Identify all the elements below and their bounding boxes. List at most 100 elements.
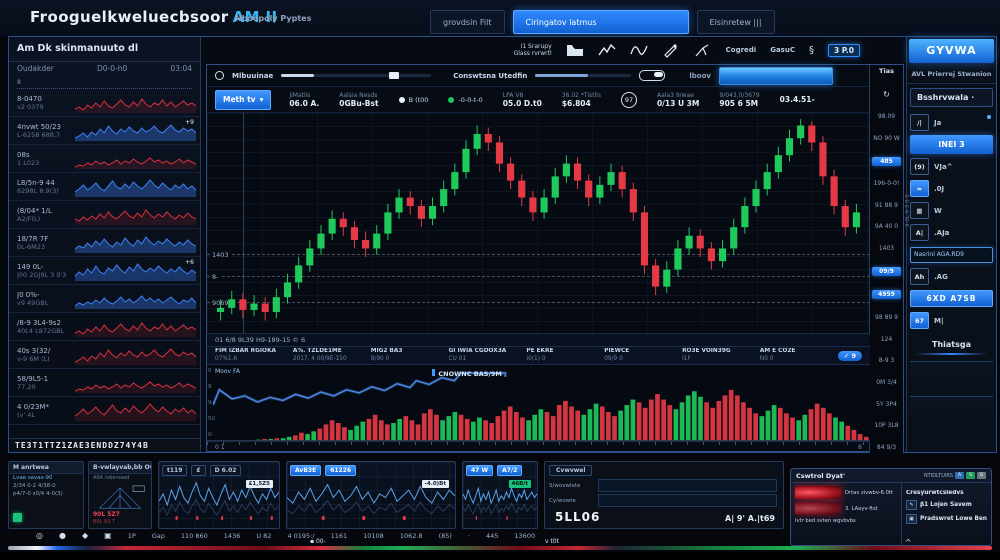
control-panel: Cswtrol Dyat' NTIDLTUIRS A S G Drtav ziv… bbox=[790, 468, 992, 546]
strip-marker-b: v t0t bbox=[545, 538, 559, 545]
price-axis-item[interactable]: 485 bbox=[872, 157, 901, 166]
watchlist-row[interactable]: 4nvwt 50/23L-6258 688,7+9 bbox=[9, 117, 200, 145]
mixer-slider[interactable] bbox=[281, 74, 431, 77]
tool-input-row: Nasrinl AGA.RD9 bbox=[910, 245, 993, 264]
stat-group: 03.4.51- bbox=[780, 96, 815, 104]
stat-value: 905 6 5M bbox=[719, 100, 759, 108]
watchlist-row[interactable]: 58/9L5-177.20 bbox=[9, 369, 200, 397]
watchlist-columns: Oudakder D0-0-h0 03:04 bbox=[9, 62, 200, 79]
watchlist-row[interactable]: 149 0L-J00 2GJ9L 3 0'3+6 bbox=[9, 257, 200, 285]
toolbar-3d-badge[interactable]: 3 P.0 bbox=[828, 44, 860, 57]
watchlist-row[interactable]: 8-0470v2 0379 bbox=[9, 89, 200, 117]
folder-icon[interactable] bbox=[566, 43, 584, 58]
tab-overview[interactable]: Elsinretew ||| bbox=[697, 10, 775, 34]
pencil-icon[interactable] bbox=[662, 43, 680, 58]
control-link-1[interactable]: Cresyurwtcsledvs bbox=[906, 490, 987, 496]
tool-item[interactable]: (9)VJa^ bbox=[910, 157, 993, 176]
sparkline bbox=[75, 149, 196, 169]
action-button[interactable]: 6XD A7SB bbox=[910, 290, 993, 307]
status-item: 13600 bbox=[514, 532, 535, 540]
gauge-track-2[interactable] bbox=[598, 494, 777, 507]
tool-item[interactable]: ≈.0J bbox=[910, 179, 993, 198]
stats-column-value: N0 0 bbox=[760, 356, 834, 364]
mini-chart-badge[interactable]: t119 bbox=[162, 465, 187, 476]
status-item: 1436 bbox=[224, 532, 241, 540]
record-icon[interactable] bbox=[215, 71, 224, 80]
stats-badge[interactable]: ✓ 9 bbox=[838, 351, 862, 361]
mini-chart-badge[interactable]: D 6.02 bbox=[210, 465, 242, 476]
mini-chart-badge[interactable]: 61226 bbox=[325, 465, 356, 476]
section-strategies[interactable]: Bsshrvwala · bbox=[910, 88, 993, 107]
trend-up-icon[interactable] bbox=[598, 43, 616, 58]
stat-dot-label: B (t00 bbox=[409, 96, 429, 104]
watchlist-row-meta: J0 0%-v9 49GBL bbox=[17, 291, 75, 307]
ticker-label: 08s bbox=[17, 151, 75, 159]
mini-chart-2[interactable]: AvB3E61226-4.0)Bt bbox=[286, 461, 456, 529]
tool-icon: (9) bbox=[910, 158, 929, 175]
control-link-3[interactable]: ▣Pradswret Lowe Bense bbox=[906, 514, 987, 524]
price-axis-item[interactable]: 09/9 bbox=[872, 267, 901, 276]
mini-chart-badge[interactable]: 47 W bbox=[466, 465, 493, 476]
watchlist-row[interactable]: /8-9 3L4-9s240L4 L872GBL bbox=[9, 313, 200, 341]
stats-column-value: 2017, 4 00/9E-150 bbox=[293, 356, 367, 364]
mini-chart-badge[interactable]: £ bbox=[191, 465, 205, 476]
tool-item-active[interactable]: INEI 3 bbox=[910, 135, 993, 154]
mini-chart-3[interactable]: 47 WA7/246B/t bbox=[462, 461, 538, 529]
tool-item[interactable]: ▦W bbox=[910, 201, 993, 220]
ticker-label: L8/5n-9 44 bbox=[17, 179, 75, 187]
control-row-2[interactable]: 3. LAayv-ftst bbox=[795, 502, 897, 515]
stats-column-value: 8/90 0 bbox=[371, 356, 445, 364]
connectors-slider[interactable] bbox=[535, 74, 631, 77]
control-link-2[interactable]: ✎β1 Lojen Savem bbox=[906, 500, 987, 510]
toolbar-label-gasuc[interactable]: GasuC bbox=[770, 46, 795, 54]
gauges-tab[interactable]: Cvwvwel bbox=[549, 465, 592, 476]
watchlist-row[interactable]: 18/7R 7F0L-6M23 bbox=[9, 229, 200, 257]
gauge-track-1[interactable] bbox=[598, 479, 777, 492]
connectors-label: Conswtsna Utedfin bbox=[453, 72, 527, 80]
wave-icon[interactable] bbox=[630, 43, 648, 58]
stat-circle-badge[interactable]: 97 bbox=[621, 92, 637, 108]
collapse-caret[interactable]: ^ bbox=[905, 538, 912, 547]
tool-item[interactable]: A|.AJa bbox=[910, 223, 993, 242]
price-axis-item[interactable]: ↻ bbox=[870, 90, 903, 99]
control-row-1[interactable]: Drtav zivwbv-6.0tt bbox=[795, 486, 897, 499]
watchlist-row[interactable]: L8/5n-9 446298L 8.9(3) bbox=[9, 173, 200, 201]
price-label: 1 L023 bbox=[17, 159, 75, 167]
meter-label: lboov bbox=[689, 72, 711, 80]
watchlist-row[interactable]: (8/04* 1/LA2/F(L) bbox=[9, 201, 200, 229]
tab-files[interactable]: grovdsin Filt bbox=[430, 10, 505, 34]
connectors-toggle[interactable] bbox=[639, 70, 665, 81]
ticker-label: 58/9L5-1 bbox=[17, 375, 75, 383]
strategy-input[interactable]: Nasrinl AGA.RD9 bbox=[910, 247, 993, 263]
price-axis-item[interactable]: 4959 bbox=[872, 290, 901, 299]
price-axis-item: 196-0-0! bbox=[870, 180, 903, 187]
tool-item[interactable]: 67M| bbox=[910, 311, 993, 330]
stats-column-value: 07%1.6 bbox=[215, 356, 289, 364]
watchlist-row[interactable]: 08s1 L023 bbox=[9, 145, 200, 173]
status-icon[interactable]: ● bbox=[59, 531, 66, 540]
symbol-button[interactable]: Meth tv▾ bbox=[215, 90, 271, 110]
mini-chart-badge[interactable]: AvB3E bbox=[290, 465, 321, 476]
watchlist-row[interactable]: J0 0%-v9 49GBL bbox=[9, 285, 200, 313]
candlestick-chart[interactable]: 14038-9069 bbox=[207, 113, 870, 333]
watchlist-row[interactable]: 4 0/23M*(v' 4L bbox=[9, 397, 200, 425]
control-left-column: Drtav zivwbv-6.0tt 3. LAayv-ftst Ivtr be… bbox=[791, 483, 901, 545]
price-axis[interactable]: Tias↻98.09NO 90 W485196-0-0!91 88 99A 40… bbox=[869, 65, 903, 453]
price-label: J00 2GJ9L 3 0'3 bbox=[17, 271, 75, 279]
mini-chart-1[interactable]: t119£D 6.02£1,5Z5 bbox=[158, 461, 280, 529]
pen-line-icon[interactable] bbox=[694, 43, 712, 58]
stat-dot-label: -0-0-t-0 bbox=[458, 96, 482, 104]
lower-chart[interactable]: Moov FA CNOWNC BAS/9M 099-500- bbox=[207, 365, 870, 441]
tab-configuration[interactable]: Ciringatov latmus bbox=[513, 10, 689, 34]
tool-item[interactable]: Ah.AG bbox=[910, 267, 993, 286]
sparkline bbox=[75, 205, 196, 225]
status-icon[interactable]: ◎ bbox=[36, 531, 43, 540]
toolbar-label-cogredi[interactable]: Cogredi bbox=[726, 46, 757, 54]
status-icon[interactable]: ▣ bbox=[104, 531, 112, 540]
tool-item[interactable]: /|Ja bbox=[910, 113, 993, 132]
watchlist-row[interactable]: 40s 3(32/v-9 6M (L) bbox=[9, 341, 200, 369]
stat-dot-item: B (t00 bbox=[399, 96, 429, 104]
status-icon[interactable]: ◆ bbox=[82, 531, 88, 540]
mini-chart-badge[interactable]: A7/2 bbox=[497, 465, 522, 476]
status-item: 1062.8 bbox=[400, 532, 423, 540]
